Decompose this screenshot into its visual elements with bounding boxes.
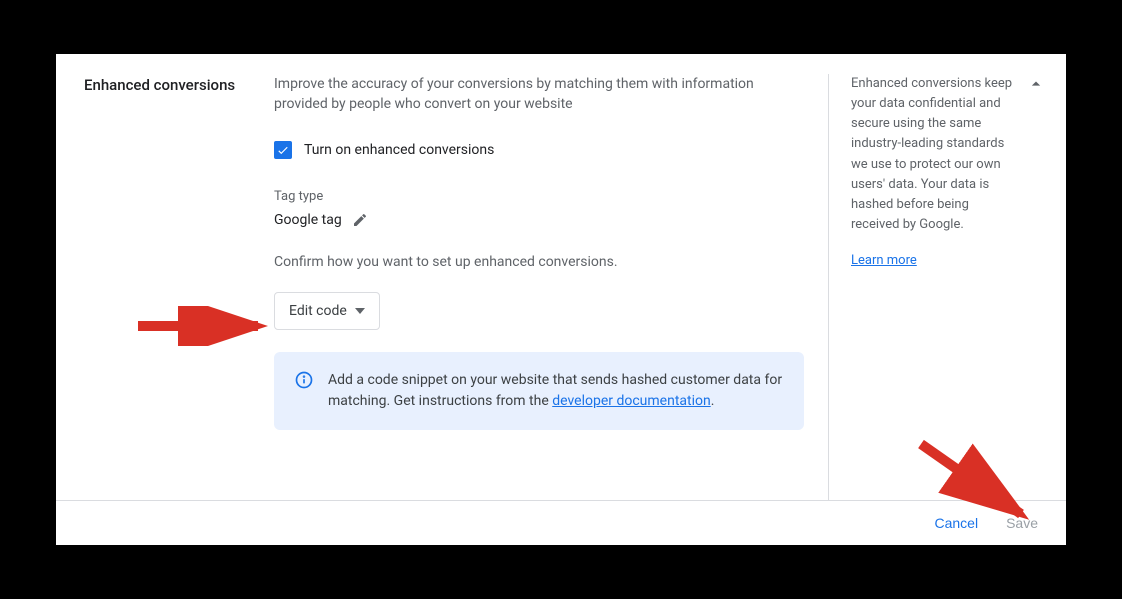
- tag-type-value: Google tag: [274, 212, 342, 228]
- pencil-icon[interactable]: [352, 212, 368, 228]
- enhanced-conversions-checkbox[interactable]: [274, 141, 292, 159]
- info-icon: [294, 370, 314, 390]
- cancel-button[interactable]: Cancel: [934, 515, 978, 531]
- check-icon: [276, 143, 290, 157]
- section-title: Enhanced conversions: [84, 76, 274, 94]
- dropdown-value: Edit code: [289, 303, 347, 319]
- developer-documentation-link[interactable]: developer documentation: [552, 393, 711, 409]
- info-box: Add a code snippet on your website that …: [274, 352, 804, 430]
- section-description: Improve the accuracy of your conversions…: [274, 74, 804, 115]
- chevron-up-icon[interactable]: [1026, 74, 1046, 94]
- setup-method-dropdown[interactable]: Edit code: [274, 292, 380, 330]
- caret-down-icon: [355, 306, 365, 316]
- tag-type-label: Tag type: [274, 189, 804, 204]
- info-text: Add a code snippet on your website that …: [328, 370, 784, 412]
- save-button[interactable]: Save: [1006, 515, 1038, 531]
- confirm-prompt: Confirm how you want to set up enhanced …: [274, 254, 804, 270]
- side-note: Enhanced conversions keep your data conf…: [851, 74, 1038, 235]
- learn-more-link[interactable]: Learn more: [851, 253, 917, 268]
- checkbox-label: Turn on enhanced conversions: [304, 142, 494, 158]
